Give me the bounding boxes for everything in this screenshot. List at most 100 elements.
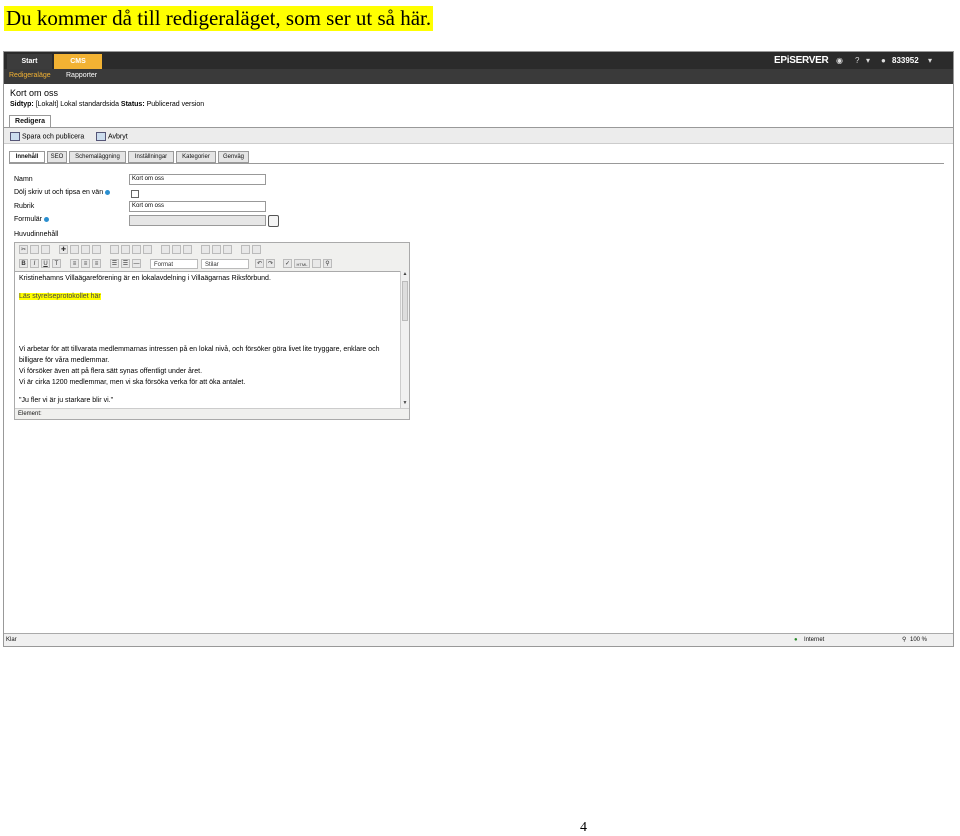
- horizontal-rule-icon[interactable]: —: [132, 259, 141, 268]
- tab-categories[interactable]: Kategorier: [176, 151, 216, 163]
- editor-scrollbar[interactable]: ▲ ▼: [400, 271, 409, 409]
- bullet-list-icon[interactable]: ☰: [110, 259, 119, 268]
- cancel-icon: [96, 132, 106, 141]
- globe-icon: ●: [794, 637, 798, 643]
- status-text: Klar: [6, 637, 17, 643]
- info-icon[interactable]: [44, 216, 50, 222]
- status-label: Status:: [120, 101, 145, 108]
- user-menu-chevron-icon[interactable]: ▾: [928, 56, 932, 65]
- zoom-level[interactable]: 100 %: [910, 634, 927, 646]
- top-bar: Start CMS EPiSERVER ◉ ? ▾ ● 833952 ▾: [4, 52, 953, 69]
- heading-field[interactable]: Kort om oss: [129, 201, 266, 212]
- save-icon: [10, 132, 20, 141]
- undo-source-icon[interactable]: [30, 245, 39, 254]
- protocol-link[interactable]: Läs styrelseprotokollet här: [19, 293, 101, 300]
- page-type-label: Sidtyp:: [10, 101, 34, 108]
- undo-icon[interactable]: ↶: [255, 259, 264, 268]
- scroll-up-icon[interactable]: ▲: [401, 271, 409, 280]
- paste-word-icon[interactable]: [92, 245, 101, 254]
- help-icon[interactable]: ?: [855, 56, 859, 65]
- name-field[interactable]: Kort om oss: [129, 174, 266, 185]
- form-field[interactable]: [129, 215, 266, 226]
- tab-seo[interactable]: SEO: [47, 151, 67, 163]
- insert-icon[interactable]: ✚: [59, 245, 68, 254]
- page-type-value: [Lokalt] Lokal standardsida: [35, 101, 119, 108]
- cell-split-icon[interactable]: [212, 245, 221, 254]
- zoom-icon: ⚲: [902, 637, 907, 643]
- clean-icon[interactable]: ✓: [283, 259, 292, 268]
- action-toolbar: Spara och publicera Avbryt: [4, 127, 953, 144]
- cms-screenshot: Start CMS EPiSERVER ◉ ? ▾ ● 833952 ▾ Red…: [3, 51, 954, 647]
- tab-cms[interactable]: CMS: [54, 54, 102, 69]
- chevron-down-icon[interactable]: ▾: [866, 56, 870, 65]
- bold-icon[interactable]: B: [19, 259, 28, 268]
- align-left-icon[interactable]: ≡: [70, 259, 79, 268]
- image-insert-icon[interactable]: [312, 259, 321, 268]
- hide-label: Dölj skriv ut och tipsa en vän: [14, 189, 111, 196]
- cell-merge-icon[interactable]: [201, 245, 210, 254]
- page-number: 4: [580, 820, 587, 835]
- episerver-logo: EPiSERVER: [774, 55, 829, 66]
- tab-content[interactable]: Innehåll: [9, 151, 45, 163]
- redo-icon[interactable]: ↷: [266, 259, 275, 268]
- rich-text-editor: ✂ ✚ B I U T ≡ ≡ ≡ ☰ ☰ — Format Stilar ↶ …: [14, 242, 410, 420]
- table-col-icon[interactable]: [143, 245, 152, 254]
- table-split-icon[interactable]: [183, 245, 192, 254]
- tab-scheduling[interactable]: Schemaläggning: [69, 151, 126, 163]
- numbered-list-icon[interactable]: ☰: [121, 259, 130, 268]
- instruction-heading: Du kommer då till redigeraläget, som ser…: [4, 6, 434, 31]
- cut-icon[interactable]: ✂: [19, 245, 28, 254]
- subnav-edit-mode[interactable]: Redigeraläge: [9, 72, 51, 79]
- superscript-icon[interactable]: T: [52, 259, 61, 268]
- cell-props-icon[interactable]: [223, 245, 232, 254]
- view-icon[interactable]: ◉: [836, 56, 843, 65]
- search-icon[interactable]: ⚲: [323, 259, 332, 268]
- underline-icon[interactable]: U: [41, 259, 50, 268]
- table-delete-icon[interactable]: [172, 245, 181, 254]
- editor-toolbar-1: ✂ ✚: [15, 243, 409, 258]
- save-publish-button[interactable]: Spara och publicera: [10, 132, 84, 141]
- page-meta: Sidtyp: [Lokalt] Lokal standardsida Stat…: [10, 101, 204, 108]
- cancel-button[interactable]: Avbryt: [96, 132, 128, 141]
- table-icon[interactable]: [121, 245, 130, 254]
- tab-settings[interactable]: Inställningar: [128, 151, 174, 163]
- scroll-thumb[interactable]: [402, 281, 408, 321]
- subnav-reports[interactable]: Rapporter: [66, 72, 97, 79]
- html-button[interactable]: HTML: [294, 259, 310, 268]
- tab-edit[interactable]: Redigera: [9, 115, 51, 127]
- editor-toolbar-2: B I U T ≡ ≡ ≡ ☰ ☰ — Format Stilar ↶ ↷ ✓ …: [15, 257, 409, 272]
- editor-paragraph: Vi arbetar för att tillvarata medlemmarn…: [19, 346, 380, 364]
- user-id[interactable]: 833952: [892, 56, 919, 65]
- image-icon[interactable]: [41, 245, 50, 254]
- editor-status: Element:: [15, 408, 409, 419]
- copy-icon[interactable]: [70, 245, 79, 254]
- align-right-icon[interactable]: ≡: [92, 259, 101, 268]
- italic-icon[interactable]: I: [30, 259, 39, 268]
- align-center-icon[interactable]: ≡: [81, 259, 90, 268]
- edit-icon[interactable]: [110, 245, 119, 254]
- user-icon: ●: [881, 56, 886, 65]
- name-label: Namn: [14, 176, 33, 183]
- editor-paragraph: Kristinehamns Villaägareförening är en l…: [19, 275, 271, 282]
- editor-paragraph: Vi försöker även att på flera sätt synas…: [19, 368, 203, 375]
- browse-button[interactable]: [268, 215, 279, 227]
- page-title: Kort om oss: [10, 88, 59, 98]
- tabs-divider: [9, 163, 944, 164]
- row-props-icon[interactable]: [241, 245, 250, 254]
- editor-paragraph: Vi är cirka 1200 medlemmar, men vi ska f…: [19, 379, 246, 386]
- col-props-icon[interactable]: [252, 245, 261, 254]
- editor-paragraph: "Ju fler vi är ju starkare blir vi.": [19, 397, 114, 404]
- info-icon[interactable]: [105, 189, 111, 195]
- tab-start[interactable]: Start: [7, 54, 52, 69]
- tab-shortcut[interactable]: Genväg: [218, 151, 249, 163]
- form-label: Formulär: [14, 216, 50, 223]
- heading-label: Rubrik: [14, 203, 35, 210]
- hide-checkbox[interactable]: [131, 190, 139, 198]
- paste-icon[interactable]: [81, 245, 90, 254]
- table-insert-icon[interactable]: [161, 245, 170, 254]
- browser-status-bar: Klar ● Internet ⚲ 100 %: [4, 633, 953, 646]
- format-select[interactable]: Format: [150, 259, 198, 269]
- style-select[interactable]: Stilar: [201, 259, 249, 269]
- editor-body[interactable]: Kristinehamns Villaägareförening är en l…: [15, 271, 401, 409]
- table-row-icon[interactable]: [132, 245, 141, 254]
